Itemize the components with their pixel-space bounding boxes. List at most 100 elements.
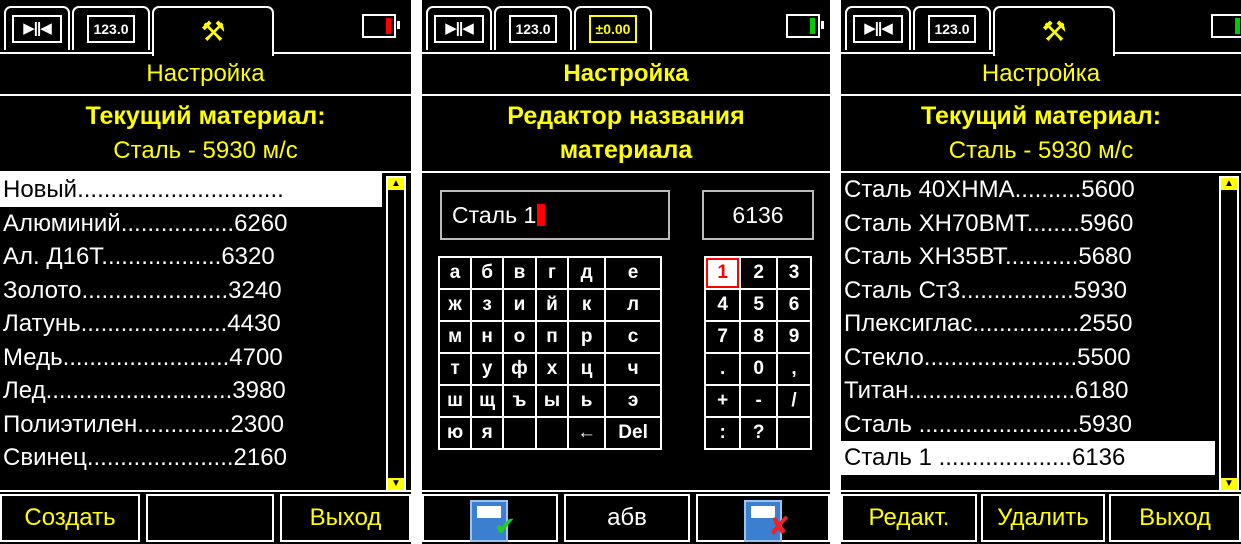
letter-key[interactable]: ч [604, 352, 662, 386]
digit-key[interactable]: - [739, 384, 779, 418]
tab-settings[interactable]: ⚒ [993, 6, 1115, 56]
letter-key[interactable]: а [437, 256, 473, 290]
letter-key[interactable]: ю [437, 416, 473, 450]
list-item[interactable]: Медь.........................4700 [0, 341, 382, 375]
letter-key[interactable]: э [604, 384, 662, 418]
tab-measure[interactable]: ▶||◀ [845, 6, 911, 50]
list-item[interactable]: Сталь 1 ....................6136 [841, 441, 1215, 475]
scroll-up-arrow-icon[interactable]: ▲ [388, 178, 404, 190]
letter-key[interactable]: й [534, 288, 570, 322]
list-item[interactable]: Новый............................... [0, 173, 382, 207]
digit-key[interactable]: 9 [776, 320, 812, 354]
wrench-icon: ⚒ [200, 16, 226, 47]
list-item[interactable]: Полиэтилен..............2300 [0, 408, 382, 442]
letter-key[interactable]: з [470, 288, 505, 322]
empty-softkey[interactable] [146, 494, 274, 542]
letter-key[interactable]: ы [534, 384, 570, 418]
scroll-down-arrow-icon[interactable]: ▼ [1221, 478, 1237, 490]
digit-key[interactable]: 7 [703, 320, 742, 354]
list-item[interactable]: Сталь Ст3.................5930 [841, 274, 1215, 308]
list-item[interactable]: Свинец......................2160 [0, 441, 382, 475]
letter-key[interactable]: е [604, 256, 662, 290]
digit-key[interactable]: 3 [776, 256, 812, 290]
edit-button[interactable]: Редакт. [841, 494, 977, 542]
letter-key[interactable]: б [470, 256, 505, 290]
list-item[interactable]: Сталь ХН70ВМТ........5960 [841, 207, 1215, 241]
list-item[interactable]: Золото......................3240 [0, 274, 382, 308]
material-name-input[interactable]: Сталь 1 [440, 190, 670, 240]
scrollbar[interactable]: ▲ ▼ [386, 176, 406, 492]
exit-button[interactable]: Выход [280, 494, 411, 542]
keyboard-layout-button[interactable]: абв [564, 494, 690, 542]
digit-key[interactable]: . [703, 352, 742, 386]
tab-calibration[interactable]: ±0.00 [574, 6, 652, 50]
digit-key[interactable]: , [776, 352, 812, 386]
exit-button[interactable]: Выход [1109, 494, 1241, 542]
tab-measure[interactable]: ▶||◀ [4, 6, 70, 50]
tab-settings[interactable]: ⚒ [152, 6, 274, 56]
letter-key[interactable]: н [470, 320, 505, 354]
digit-key[interactable]: 2 [739, 256, 779, 290]
letter-key[interactable]: ← [567, 416, 607, 450]
list-item[interactable]: Стекло.......................5500 [841, 341, 1215, 375]
letter-key[interactable]: д [567, 256, 607, 290]
digit-key[interactable]: + [703, 384, 742, 418]
tab-results[interactable]: 123.0 [913, 6, 991, 50]
letter-key[interactable]: щ [470, 384, 505, 418]
letter-key[interactable]: к [567, 288, 607, 322]
letter-key[interactable]: ф [502, 352, 537, 386]
list-item[interactable]: Сталь 40ХНМА..........5600 [841, 173, 1215, 207]
delete-button[interactable]: Удалить [981, 494, 1105, 542]
digit-key[interactable]: 0 [739, 352, 779, 386]
digit-key[interactable]: 1 [703, 256, 742, 290]
scrollbar[interactable]: ▲ ▼ [1219, 176, 1239, 492]
cancel-button[interactable]: ✘ [696, 494, 830, 542]
letter-key[interactable]: г [534, 256, 570, 290]
letter-key[interactable]: т [437, 352, 473, 386]
list-item[interactable]: Алюминий.................6260 [0, 207, 382, 241]
letter-key[interactable]: о [502, 320, 537, 354]
letter-key[interactable]: Del [604, 416, 662, 450]
letter-key[interactable]: р [567, 320, 607, 354]
digit-key[interactable]: : [703, 416, 742, 450]
letter-key[interactable]: ъ [502, 384, 537, 418]
list-item[interactable]: Сталь ........................5930 [841, 408, 1215, 442]
letter-key[interactable]: ж [437, 288, 473, 322]
digit-key[interactable]: 6 [776, 288, 812, 322]
digit-key[interactable]: 5 [739, 288, 779, 322]
digit-key[interactable] [776, 416, 812, 450]
list-item[interactable]: Латунь......................4430 [0, 307, 382, 341]
letter-key[interactable]: и [502, 288, 537, 322]
letter-key[interactable]: ц [567, 352, 607, 386]
letter-key[interactable]: в [502, 256, 537, 290]
scroll-down-arrow-icon[interactable]: ▼ [388, 478, 404, 490]
letter-key[interactable]: ш [437, 384, 473, 418]
tab-results[interactable]: 123.0 [72, 6, 150, 50]
letter-key[interactable]: л [604, 288, 662, 322]
save-button[interactable]: ✔ [422, 494, 558, 542]
letter-key[interactable]: я [470, 416, 505, 450]
letter-key[interactable] [534, 416, 570, 450]
list-item[interactable]: Ал. Д16Т..................6320 [0, 240, 382, 274]
letter-key[interactable]: х [534, 352, 570, 386]
list-item[interactable]: Сталь ХН35ВТ...........5680 [841, 240, 1215, 274]
tab-measure[interactable]: ▶||◀ [426, 6, 492, 50]
list-item[interactable]: Лед............................3980 [0, 374, 382, 408]
digit-key[interactable]: 8 [739, 320, 779, 354]
sound-speed-input[interactable]: 6136 [702, 190, 814, 240]
divider [422, 171, 830, 173]
tab-results[interactable]: 123.0 [494, 6, 572, 50]
create-button[interactable]: Создать [0, 494, 140, 542]
letter-key[interactable]: п [534, 320, 570, 354]
digit-key[interactable]: / [776, 384, 812, 418]
letter-key[interactable]: ь [567, 384, 607, 418]
letter-key[interactable]: у [470, 352, 505, 386]
list-item[interactable]: Плексиглас................2550 [841, 307, 1215, 341]
letter-key[interactable]: с [604, 320, 662, 354]
digit-key[interactable]: ? [739, 416, 779, 450]
letter-key[interactable]: м [437, 320, 473, 354]
digit-key[interactable]: 4 [703, 288, 742, 322]
letter-key[interactable] [502, 416, 537, 450]
list-item[interactable]: Титан.........................6180 [841, 374, 1215, 408]
scroll-up-arrow-icon[interactable]: ▲ [1221, 178, 1237, 190]
